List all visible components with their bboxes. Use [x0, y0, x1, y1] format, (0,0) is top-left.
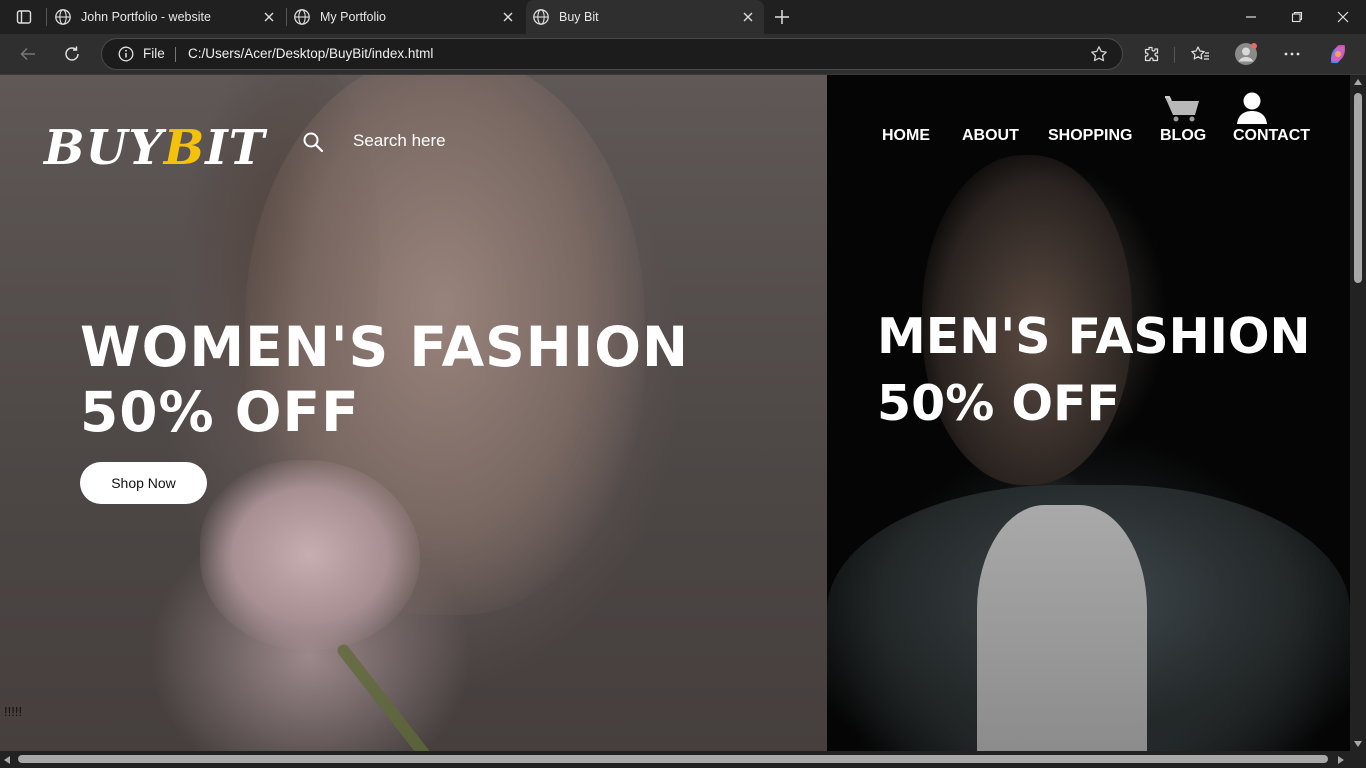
scroll-right-arrow-icon[interactable] — [1338, 756, 1344, 764]
scroll-left-arrow-icon[interactable] — [4, 756, 10, 764]
women-promo-heading: WOMEN'S FASHION — [80, 315, 690, 379]
address-divider — [175, 47, 176, 62]
toolbar-divider — [1174, 47, 1175, 63]
page-viewport: BUYBIT HOME ABOUT SHOPPING BLOG CONTACT … — [0, 75, 1350, 751]
horizontal-scrollbar[interactable] — [0, 751, 1366, 768]
reload-icon[interactable] — [60, 42, 84, 66]
women-promo-discount: 50% OFF — [80, 380, 360, 444]
hero-men-image-shirt — [977, 505, 1147, 751]
stray-text: !!!!! — [4, 704, 23, 719]
logo-text-it: IT — [205, 120, 266, 176]
tab-separator — [46, 8, 47, 26]
cart-icon[interactable] — [1163, 93, 1201, 123]
nav-blog[interactable]: BLOG — [1160, 127, 1206, 145]
scroll-down-arrow-icon[interactable] — [1354, 741, 1362, 747]
vertical-scroll-thumb[interactable] — [1354, 93, 1362, 283]
tab-my-portfolio[interactable]: My Portfolio — [287, 0, 524, 34]
browser-toolbar: File C:/Users/Acer/Desktop/BuyBit/index.… — [0, 34, 1366, 75]
globe-icon — [294, 9, 310, 25]
men-promo-discount: 50% OFF — [877, 375, 1120, 432]
globe-icon — [533, 9, 549, 25]
vertical-scrollbar[interactable] — [1350, 75, 1366, 751]
close-icon[interactable] — [261, 9, 277, 25]
address-url[interactable]: C:/Users/Acer/Desktop/BuyBit/index.html — [188, 46, 433, 61]
tab-actions-icon[interactable] — [8, 5, 40, 29]
logo-text-buy: BUY — [44, 120, 164, 176]
extensions-icon[interactable] — [1139, 42, 1163, 66]
favorite-star-icon[interactable] — [1090, 45, 1108, 63]
search-input[interactable] — [340, 125, 600, 157]
window-close-icon[interactable] — [1331, 5, 1355, 29]
men-promo-heading: MEN'S FASHION — [877, 308, 1311, 365]
back-arrow-icon[interactable] — [16, 42, 40, 66]
flower-stem-image — [335, 642, 437, 751]
scroll-up-arrow-icon[interactable] — [1354, 79, 1362, 85]
tab-title: John Portfolio - website — [81, 10, 211, 24]
profile-avatar-icon[interactable] — [1234, 42, 1258, 66]
copilot-icon[interactable] — [1326, 42, 1350, 66]
flower-image — [200, 460, 420, 650]
minimize-icon[interactable] — [1239, 5, 1263, 29]
shop-now-button[interactable]: Shop Now — [80, 462, 207, 504]
more-menu-icon[interactable] — [1280, 42, 1304, 66]
address-bar[interactable]: File C:/Users/Acer/Desktop/BuyBit/index.… — [101, 38, 1123, 70]
new-tab-icon[interactable] — [770, 5, 794, 29]
nav-contact[interactable]: CONTACT — [1233, 127, 1310, 145]
tab-bar: John Portfolio - website My Portfolio Bu… — [0, 0, 1366, 34]
favorites-icon[interactable] — [1188, 42, 1212, 66]
tab-buy-bit[interactable]: Buy Bit — [526, 0, 764, 34]
address-scheme-label: File — [143, 46, 165, 61]
tab-title: Buy Bit — [559, 10, 599, 24]
info-icon[interactable] — [118, 46, 134, 62]
globe-icon — [55, 9, 71, 25]
nav-shopping[interactable]: SHOPPING — [1048, 127, 1132, 145]
nav-about[interactable]: ABOUT — [962, 127, 1019, 145]
tab-john-portfolio[interactable]: John Portfolio - website — [48, 0, 285, 34]
restore-icon[interactable] — [1285, 5, 1309, 29]
close-icon[interactable] — [500, 9, 516, 25]
user-icon[interactable] — [1234, 91, 1270, 125]
search-icon[interactable] — [302, 131, 324, 153]
site-logo[interactable]: BUYBIT — [44, 120, 265, 176]
horizontal-scroll-thumb[interactable] — [18, 755, 1328, 763]
nav-home[interactable]: HOME — [882, 127, 930, 145]
tab-title: My Portfolio — [320, 10, 386, 24]
close-icon[interactable] — [740, 9, 756, 25]
logo-text-accent: B — [163, 120, 206, 176]
